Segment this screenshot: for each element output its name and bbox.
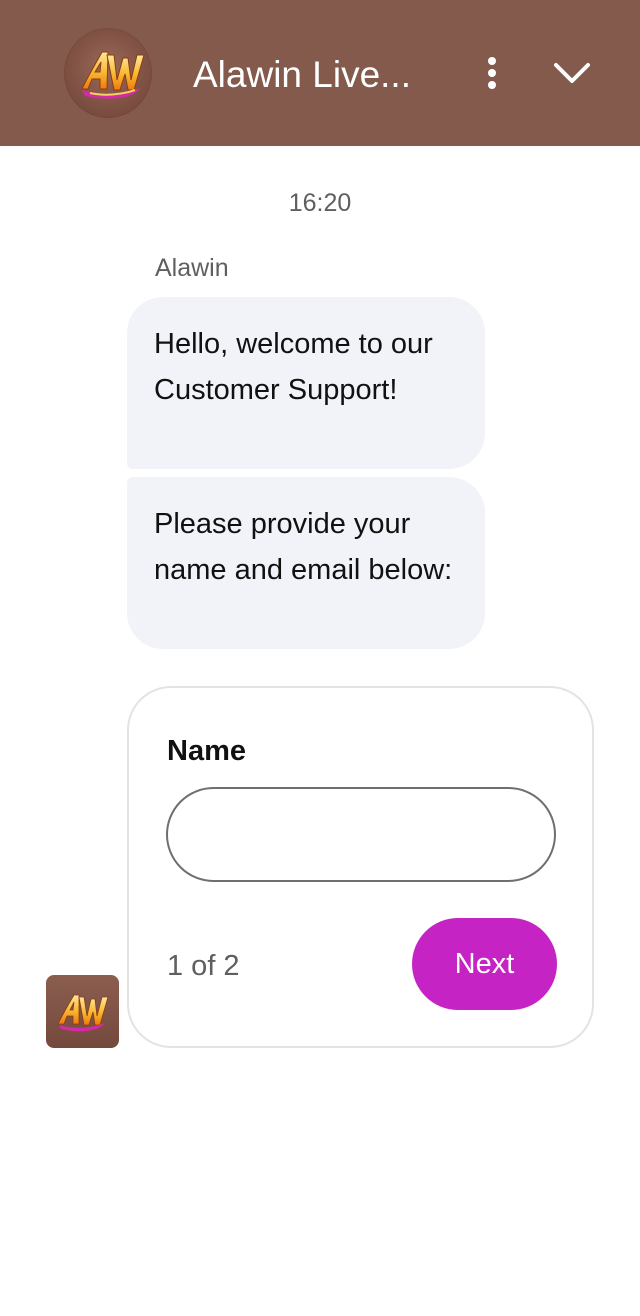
brand-avatar-icon [57,994,109,1032]
contact-form-card: Name 1 of 2 Next [127,686,594,1048]
next-button[interactable]: Next [412,918,557,1010]
more-options-button[interactable] [472,48,512,96]
collapse-chat-button[interactable] [548,50,596,98]
chat-header: Alawin Live... [0,0,640,146]
brand-logo [64,28,152,118]
message-timestamp: 16:20 [288,189,352,217]
bot-avatar [46,975,119,1048]
name-input[interactable] [166,787,556,882]
name-field-label: Name [167,735,246,767]
chat-message: Hello, welcome to our Customer Support! [127,297,485,469]
chevron-down-icon [554,63,590,83]
brand-logo-icon [81,51,145,99]
chat-title: Alawin Live... [193,54,411,95]
chat-widget: Alawin Live... 16:20 Alawin Hello, welco… [0,0,640,1316]
sender-name: Alawin [155,254,229,282]
chat-message: Please provide your name and email below… [127,477,485,649]
form-step-indicator: 1 of 2 [167,950,240,982]
